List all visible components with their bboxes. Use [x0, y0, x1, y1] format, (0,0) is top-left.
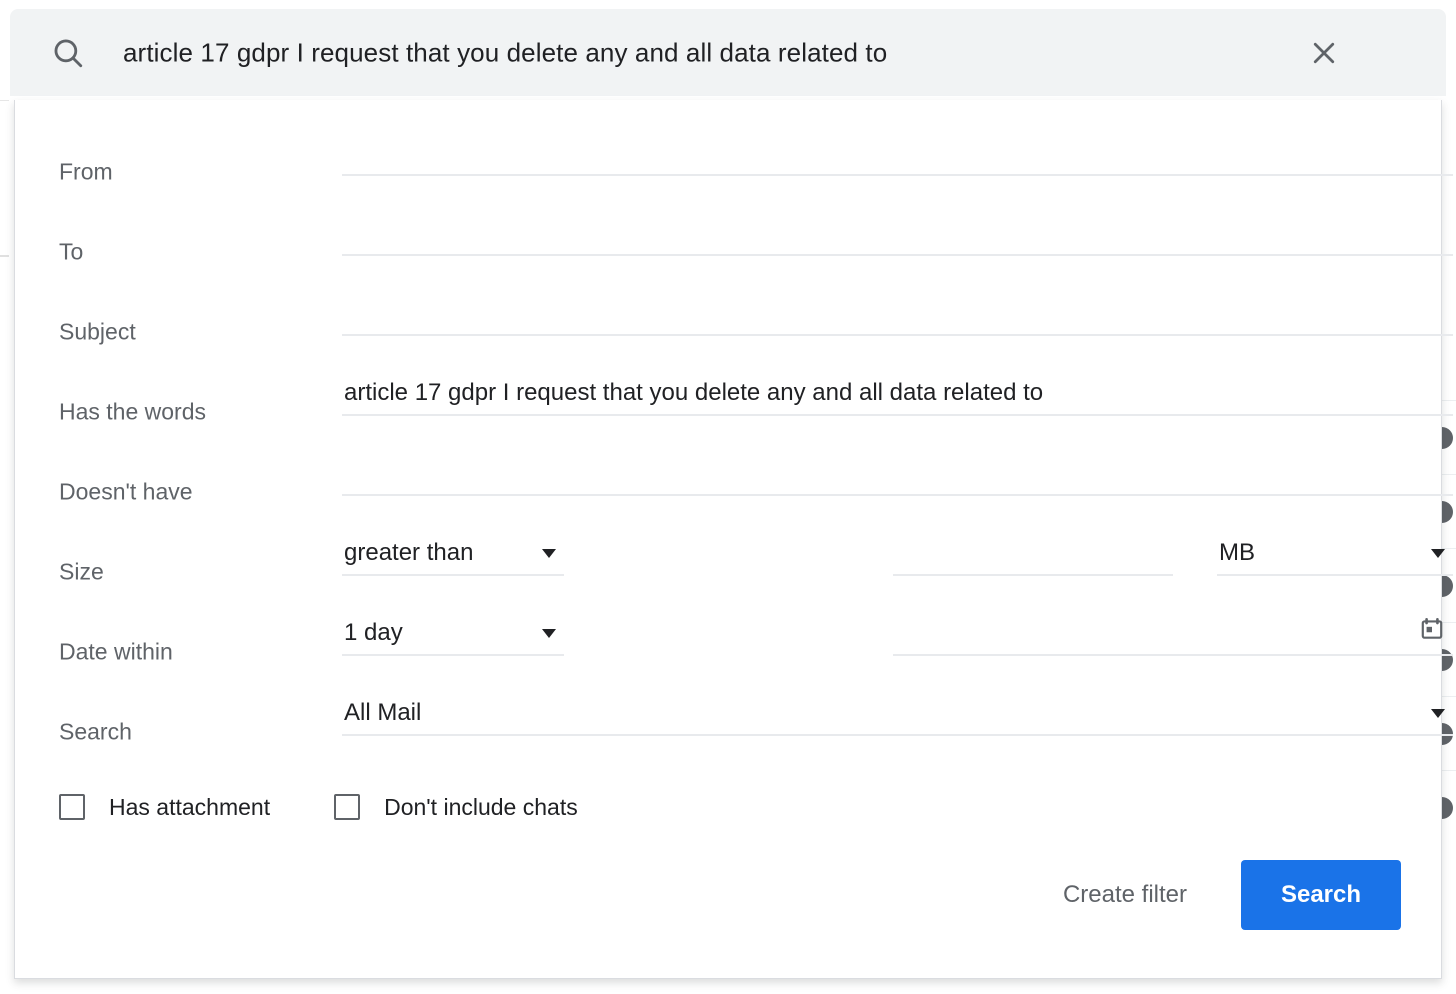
dont-include-chats-label: Don't include chats — [384, 793, 578, 820]
has-the-words-value: article 17 gdpr I request that you delet… — [344, 379, 1044, 406]
field-row-subject: Subject — [59, 292, 1453, 372]
advanced-search-form: From To Subject Has the words article 17… — [15, 100, 1453, 978]
date-within-dropdown[interactable]: 1 day — [342, 612, 564, 656]
field-row-date-within: Date within 1 day — [59, 612, 1453, 692]
chevron-down-icon — [1431, 709, 1445, 718]
size-label: Size — [59, 558, 104, 585]
close-icon[interactable] — [1304, 33, 1344, 73]
search-bar[interactable]: article 17 gdpr I request that you delet… — [10, 9, 1446, 96]
chevron-down-icon — [1431, 549, 1445, 558]
calendar-icon[interactable] — [1417, 614, 1447, 644]
to-input[interactable] — [342, 212, 1453, 256]
date-within-label: Date within — [59, 638, 173, 665]
size-amount-input[interactable] — [893, 532, 1173, 576]
background-left-divider-secondary — [0, 255, 9, 257]
subject-input[interactable] — [342, 292, 1453, 336]
size-unit-value: MB — [1219, 539, 1255, 566]
from-input[interactable] — [342, 132, 1453, 176]
field-row-size: Size greater than MB — [59, 532, 1453, 612]
to-label: To — [59, 238, 84, 265]
has-attachment-checkbox[interactable]: Has attachment — [59, 794, 270, 821]
doesnt-have-label: Doesn't have — [59, 478, 193, 505]
checkbox-box — [334, 794, 361, 820]
field-row-search-scope: Search All Mail — [59, 692, 1453, 772]
search-scope-label: Search — [59, 718, 132, 745]
chevron-down-icon — [542, 549, 556, 558]
checkbox-row: Has attachment Don't include chats — [59, 782, 578, 832]
background-left-divider — [0, 100, 9, 101]
date-input[interactable] — [893, 612, 1453, 656]
search-button[interactable]: Search — [1241, 860, 1401, 930]
field-row-has-the-words: Has the words article 17 gdpr I request … — [59, 372, 1453, 452]
has-the-words-label: Has the words — [59, 398, 207, 425]
dont-include-chats-checkbox[interactable]: Don't include chats — [334, 794, 578, 821]
size-unit-dropdown[interactable]: MB — [1217, 532, 1453, 576]
subject-label: Subject — [59, 318, 136, 345]
search-scope-dropdown[interactable]: All Mail — [342, 692, 1453, 736]
advanced-search-screen: article 17 gdpr I request that you delet… — [0, 0, 1456, 994]
chevron-down-icon — [542, 629, 556, 638]
advanced-search-dialog: From To Subject Has the words article 17… — [14, 100, 1453, 979]
has-attachment-label: Has attachment — [109, 793, 271, 820]
checkbox-box — [59, 794, 85, 820]
dialog-actions: Create filter Search — [1045, 860, 1401, 930]
field-row-from: From — [59, 132, 1453, 212]
size-operator-value: greater than — [344, 539, 474, 566]
from-label: From — [59, 158, 113, 185]
background-left-strip — [0, 90, 14, 994]
doesnt-have-input[interactable] — [342, 452, 1453, 496]
search-scope-value: All Mail — [344, 699, 422, 726]
has-the-words-input[interactable]: article 17 gdpr I request that you delet… — [342, 372, 1453, 416]
date-within-value: 1 day — [344, 619, 403, 646]
create-filter-button[interactable]: Create filter — [1045, 871, 1205, 919]
search-icon[interactable] — [46, 31, 90, 75]
search-input[interactable]: article 17 gdpr I request that you delet… — [123, 37, 887, 68]
field-row-doesnt-have: Doesn't have — [59, 452, 1453, 532]
field-row-to: To — [59, 212, 1453, 292]
size-operator-dropdown[interactable]: greater than — [342, 532, 564, 576]
